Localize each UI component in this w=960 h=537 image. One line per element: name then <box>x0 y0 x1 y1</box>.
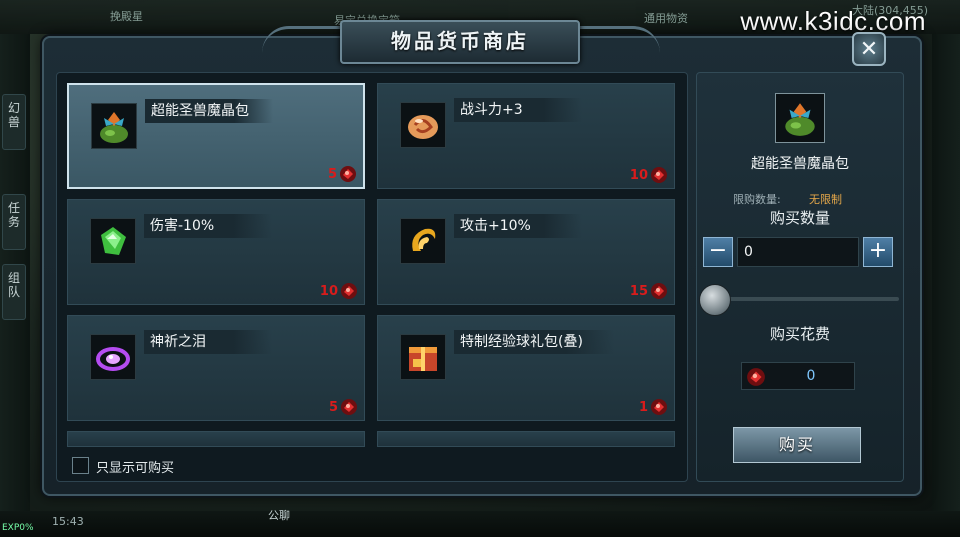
red-gem-currency-icon <box>651 167 667 183</box>
item-price: 10 <box>629 168 648 183</box>
game-bottom-bar: EXP0% 15:43 公聊 <box>0 509 960 537</box>
red-gem-currency-icon <box>341 399 357 415</box>
buy-button[interactable]: 购买 <box>733 427 861 463</box>
site-watermark: www.k3idc.com <box>740 6 926 36</box>
side-tab-quest[interactable]: 任务 <box>2 194 26 250</box>
exp-orb-giftbox-icon <box>400 334 446 380</box>
close-button[interactable]: ✕ <box>852 32 886 66</box>
beast-crystal-pack-icon <box>785 103 815 136</box>
decrease-quantity-button[interactable]: − <box>703 237 733 267</box>
shop-item-card[interactable]: 神祈之泪 5 <box>67 315 365 421</box>
item-name: 攻击+10% <box>460 218 531 234</box>
selected-item-icon <box>775 93 825 143</box>
quantity-slider[interactable] <box>699 284 899 316</box>
combat-stone-icon <box>400 102 446 148</box>
cost-value: 0 <box>806 368 816 384</box>
chat-channel-button[interactable]: 公聊 <box>268 507 290 523</box>
item-name: 超能圣兽魔晶包 <box>151 103 249 119</box>
selected-item-name: 超能圣兽魔晶包 <box>751 156 849 172</box>
left-side-hud: 幻兽 任务 组队 <box>0 34 30 524</box>
red-gem-currency-icon <box>651 399 667 415</box>
side-tab-pet[interactable]: 幻兽 <box>2 94 26 150</box>
shop-item-card[interactable]: 战斗力+3 10 <box>377 83 675 189</box>
player-name: 挽殿星 <box>110 10 143 23</box>
title-wing-left <box>262 26 342 53</box>
title-wing-right <box>580 26 660 53</box>
item-name: 特制经验球礼包(叠) <box>460 334 583 350</box>
right-side-hud <box>932 34 960 524</box>
item-price: 15 <box>629 284 648 299</box>
filter-label: 只显示可购买 <box>96 461 175 476</box>
shop-item-card-partial[interactable] <box>377 431 675 447</box>
purchase-limit-label: 限购数量: <box>733 193 781 206</box>
purchasable-only-checkbox[interactable] <box>72 457 89 474</box>
red-gem-currency-icon <box>341 283 357 299</box>
exp-label: EXP0% <box>2 523 34 533</box>
increase-quantity-button[interactable]: + <box>863 237 893 267</box>
item-name: 战斗力+3 <box>460 102 523 118</box>
clock: 15:43 <box>52 515 84 528</box>
item-price: 10 <box>319 284 338 299</box>
quantity-input[interactable] <box>737 237 859 267</box>
shop-item-card[interactable]: 伤害-10% 10 <box>67 199 365 305</box>
item-name: 伤害-10% <box>150 218 215 234</box>
shop-title: 物品货币商店 <box>391 29 529 53</box>
close-icon: ✕ <box>859 37 879 62</box>
purple-tear-icon <box>90 334 136 380</box>
green-gem-icon <box>90 218 136 264</box>
side-tab-team[interactable]: 组队 <box>2 264 26 320</box>
title-plate: 物品货币商店 <box>340 20 580 64</box>
shop-item-card[interactable]: 超能圣兽魔晶包 5 <box>67 83 365 189</box>
quantity-title: 购买数量 <box>769 209 830 227</box>
item-name: 神祈之泪 <box>150 334 206 350</box>
slider-handle[interactable] <box>699 284 731 316</box>
item-price: 1 <box>638 400 648 415</box>
golden-swirl-icon <box>400 218 446 264</box>
purchase-limit-value: 无限制 <box>809 193 842 206</box>
shop-item-card[interactable]: 攻击+10% 15 <box>377 199 675 305</box>
hud-supply-label: 通用物资 <box>644 12 688 25</box>
purchase-panel: 超能圣兽魔晶包 限购数量: 无限制 购买数量 − + 购买花费 0 购买 <box>696 72 904 482</box>
red-gem-currency-icon <box>340 166 356 182</box>
cost-title: 购买花费 <box>769 325 830 343</box>
shop-item-card-partial[interactable] <box>67 431 365 447</box>
item-price: 5 <box>327 167 337 182</box>
beast-crystal-pack-icon <box>91 103 137 149</box>
red-gem-currency-icon <box>651 283 667 299</box>
shop-item-card[interactable]: 特制经验球礼包(叠) 1 <box>377 315 675 421</box>
red-gem-currency-icon <box>747 368 765 386</box>
quantity-stepper: − + <box>703 237 893 267</box>
cost-display: 0 <box>741 362 855 390</box>
item-grid: 超能圣兽魔晶包 5 战斗力+3 10 伤害-10% 10 攻击+10% 15 神… <box>56 72 688 482</box>
item-price: 5 <box>328 400 338 415</box>
